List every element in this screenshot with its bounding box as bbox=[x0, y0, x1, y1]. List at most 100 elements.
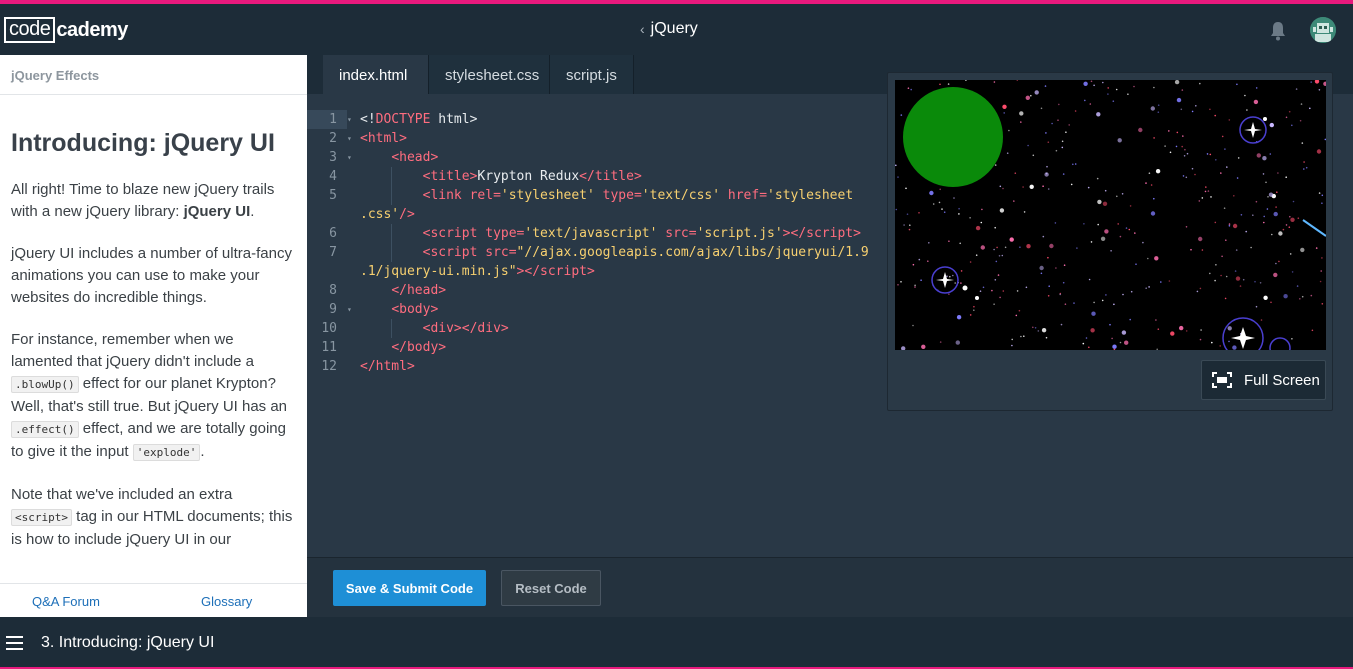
star bbox=[999, 296, 1001, 299]
star bbox=[1186, 152, 1189, 155]
star bbox=[1214, 221, 1217, 224]
star bbox=[953, 197, 955, 199]
star bbox=[1042, 235, 1045, 238]
star bbox=[1214, 279, 1216, 282]
star bbox=[906, 213, 909, 215]
hamburger-menu-icon[interactable] bbox=[6, 636, 23, 650]
glossary-link[interactable]: Glossary bbox=[201, 594, 252, 609]
star bbox=[1254, 280, 1256, 283]
star bbox=[1288, 110, 1291, 113]
save-submit-button[interactable]: Save & Submit Code bbox=[333, 570, 486, 606]
star bbox=[1003, 112, 1005, 114]
star bbox=[1073, 302, 1075, 304]
star bbox=[1090, 241, 1093, 243]
star bbox=[1105, 294, 1107, 296]
star bbox=[994, 279, 997, 281]
star bbox=[1300, 103, 1303, 105]
star bbox=[1009, 237, 1014, 242]
star bbox=[1181, 145, 1183, 148]
star bbox=[1220, 274, 1222, 277]
course-nav[interactable]: ‹ jQuery bbox=[640, 20, 698, 38]
codecademy-logo[interactable]: code cademy bbox=[4, 17, 128, 43]
star bbox=[1032, 154, 1035, 157]
star bbox=[1020, 121, 1022, 123]
preview-canvas[interactable] bbox=[895, 80, 1326, 350]
star bbox=[1153, 137, 1155, 139]
star bbox=[1112, 344, 1117, 349]
star bbox=[1184, 148, 1186, 151]
star bbox=[1090, 328, 1095, 333]
code-line: 6 <script type='text/javascript' src='sc… bbox=[329, 224, 861, 243]
star bbox=[920, 279, 922, 281]
star bbox=[1210, 196, 1212, 198]
qa-forum-link[interactable]: Q&A Forum bbox=[32, 594, 100, 609]
star bbox=[1253, 99, 1259, 105]
full-screen-button[interactable]: Full Screen bbox=[1201, 360, 1326, 400]
star bbox=[1076, 247, 1078, 249]
star bbox=[1057, 119, 1059, 121]
star bbox=[994, 226, 996, 229]
star bbox=[1018, 309, 1021, 312]
star bbox=[1037, 330, 1040, 332]
tab-script-js[interactable]: script.js bbox=[550, 55, 634, 94]
star bbox=[921, 344, 926, 349]
star bbox=[1183, 155, 1186, 157]
star bbox=[1011, 338, 1013, 341]
star bbox=[1022, 186, 1024, 188]
current-lesson-label[interactable]: 3. Introducing: jQuery UI bbox=[41, 634, 214, 652]
code-lines[interactable]: 1 ▾ <!DOCTYPE html> 2 ▾ <html> 3 ▾ <head> 4 <… bbox=[307, 110, 877, 376]
star bbox=[1153, 86, 1155, 89]
star bbox=[1055, 149, 1058, 152]
star bbox=[1199, 82, 1201, 85]
code-line: 11 </body> bbox=[321, 340, 447, 355]
expand-icon bbox=[1212, 372, 1232, 388]
star bbox=[1239, 285, 1242, 287]
star bbox=[1225, 239, 1227, 241]
star bbox=[1064, 303, 1067, 305]
star bbox=[1214, 114, 1216, 117]
star bbox=[1207, 190, 1210, 192]
star bbox=[999, 208, 1005, 213]
star bbox=[1285, 176, 1287, 178]
paragraph-instance: For instance, remember when we lamented … bbox=[11, 331, 288, 461]
star bbox=[955, 340, 960, 345]
star bbox=[1051, 122, 1053, 125]
paragraph-description: jQuery UI includes a number of ultra-fan… bbox=[11, 245, 292, 306]
course-title: jQuery bbox=[650, 20, 698, 37]
star bbox=[897, 284, 899, 286]
tab-index-html[interactable]: index.html bbox=[323, 55, 429, 94]
star bbox=[903, 224, 905, 226]
star bbox=[1153, 197, 1155, 200]
star bbox=[1301, 142, 1304, 144]
star bbox=[1122, 293, 1124, 296]
star bbox=[1194, 173, 1196, 176]
star bbox=[927, 260, 929, 262]
star bbox=[1142, 241, 1144, 244]
star bbox=[973, 305, 975, 308]
star bbox=[1191, 167, 1194, 170]
star bbox=[1219, 345, 1221, 347]
star bbox=[1285, 224, 1288, 226]
tab-stylesheet-css[interactable]: stylesheet.css bbox=[429, 55, 550, 94]
star bbox=[960, 282, 962, 284]
reset-code-button[interactable]: Reset Code bbox=[501, 570, 601, 606]
star bbox=[1319, 280, 1322, 283]
lesson-breadcrumb[interactable]: jQuery Effects bbox=[0, 55, 307, 95]
editor-actions-bar: Save & Submit Code Reset Code bbox=[307, 557, 1353, 617]
star bbox=[1181, 89, 1184, 91]
star bbox=[1277, 172, 1279, 174]
star bbox=[1269, 153, 1272, 155]
star bbox=[1121, 193, 1124, 195]
star bbox=[1190, 248, 1192, 251]
star bbox=[1085, 337, 1088, 339]
bell-icon[interactable] bbox=[1269, 21, 1287, 41]
star bbox=[1196, 290, 1199, 293]
star bbox=[1030, 94, 1032, 97]
star bbox=[1042, 185, 1044, 187]
star bbox=[1074, 163, 1077, 165]
code-line: 3 ▾ <head> bbox=[329, 150, 439, 165]
star bbox=[982, 286, 985, 289]
star bbox=[1260, 319, 1263, 321]
star bbox=[1110, 250, 1112, 252]
user-avatar-icon[interactable] bbox=[1310, 17, 1336, 43]
